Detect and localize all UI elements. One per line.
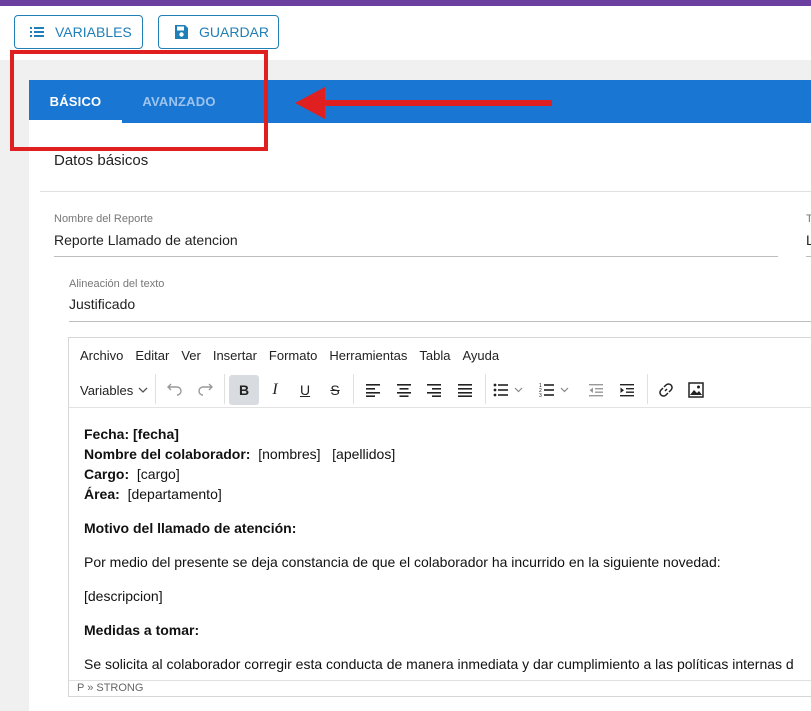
- svg-text:3: 3: [539, 393, 542, 397]
- section-title: Datos básicos: [54, 152, 149, 169]
- medidas-paragraph: Se solicita al colaborador corregir esta…: [84, 656, 794, 672]
- editor-menubar: Archivo Editar Ver Insertar Formato Herr…: [69, 338, 811, 372]
- variables-dropdown-label: Variables: [80, 382, 134, 398]
- menu-ver[interactable]: Ver: [181, 348, 201, 363]
- link-icon[interactable]: [653, 375, 679, 405]
- align-right-icon[interactable]: [421, 375, 447, 405]
- motivo-paragraph: Por medio del presente se deja constanci…: [84, 554, 721, 570]
- menu-herramientas[interactable]: Herramientas: [329, 348, 407, 363]
- align-left-icon[interactable]: [360, 375, 386, 405]
- report-name-label: Nombre del Reporte: [54, 213, 154, 225]
- image-icon[interactable]: [683, 375, 709, 405]
- toolbar-separator: [485, 374, 486, 404]
- editor-statusbar: P » STRONG: [69, 680, 811, 696]
- menu-tabla[interactable]: Tabla: [419, 348, 450, 363]
- bullet-list-icon[interactable]: [493, 375, 533, 405]
- indent-icon[interactable]: [614, 375, 640, 405]
- variables-button[interactable]: VARIABLES: [14, 15, 143, 49]
- cargo-label: Cargo:: [84, 466, 130, 482]
- right-field-label: T: [806, 213, 811, 225]
- variables-button-label: VARIABLES: [55, 24, 132, 40]
- underline-icon[interactable]: U: [292, 375, 318, 405]
- alignment-underline: [69, 321, 811, 322]
- cargo-line: Cargo: [cargo]: [84, 464, 811, 484]
- chevron-down-icon: [138, 385, 148, 395]
- departamento-variable: [departamento]: [127, 486, 222, 502]
- fecha-label: Fecha:: [84, 426, 130, 442]
- area-label: Área:: [84, 486, 120, 502]
- editor-toolbar: Variables B I U S 1 2 3: [69, 372, 811, 408]
- motivo-heading-text: Motivo del llamado de atención:: [84, 520, 297, 536]
- editor-content[interactable]: Fecha: [fecha] Nombre del colaborador: […: [84, 424, 811, 674]
- nombres-variable: [nombres]: [258, 446, 321, 462]
- area-line: Área: [departamento]: [84, 484, 811, 504]
- outdent-icon[interactable]: [583, 375, 609, 405]
- alignment-select[interactable]: Justificado: [69, 296, 135, 312]
- motivo-heading: Motivo del llamado de atención:: [84, 518, 811, 538]
- menu-archivo[interactable]: Archivo: [80, 348, 123, 363]
- apellidos-variable: [apellidos]: [332, 446, 396, 462]
- toolbar-separator: [353, 374, 354, 404]
- fecha-variable: [fecha]: [133, 426, 179, 442]
- right-field-underline: [806, 256, 811, 257]
- annotation-highlight-box: [10, 50, 268, 151]
- annotation-arrow-shaft: [322, 100, 552, 106]
- fecha-line: Fecha: [fecha]: [84, 424, 811, 444]
- save-button[interactable]: GUARDAR: [158, 15, 279, 49]
- bold-icon[interactable]: B: [229, 375, 259, 405]
- section-divider: [40, 191, 811, 192]
- menu-formato[interactable]: Formato: [269, 348, 317, 363]
- redo-icon[interactable]: [193, 375, 219, 405]
- report-name-input[interactable]: Reporte Llamado de atencion: [54, 232, 238, 248]
- report-name-underline: [54, 256, 778, 257]
- right-field-input[interactable]: L: [806, 232, 811, 248]
- menu-editar[interactable]: Editar: [135, 348, 169, 363]
- colaborador-label: Nombre del colaborador:: [84, 446, 251, 462]
- numbered-list-icon[interactable]: 123: [539, 375, 579, 405]
- align-justify-icon[interactable]: [452, 375, 478, 405]
- rich-text-editor: Archivo Editar Ver Insertar Formato Herr…: [68, 337, 811, 697]
- toolbar-separator: [155, 374, 156, 404]
- annotation-arrow-head: [295, 87, 325, 119]
- toolbar-separator: [224, 374, 225, 404]
- toolbar-separator: [647, 374, 648, 404]
- variables-dropdown[interactable]: Variables: [80, 375, 150, 405]
- colaborador-line: Nombre del colaborador: [nombres] [apell…: [84, 444, 811, 464]
- menu-ayuda[interactable]: Ayuda: [462, 348, 499, 363]
- undo-icon[interactable]: [161, 375, 187, 405]
- medidas-heading-text: Medidas a tomar:: [84, 622, 200, 638]
- medidas-heading: Medidas a tomar:: [84, 620, 811, 640]
- descripcion-variable: [descripcion]: [84, 588, 163, 604]
- cargo-variable: [cargo]: [136, 466, 180, 482]
- list-icon: [29, 24, 45, 40]
- align-center-icon[interactable]: [391, 375, 417, 405]
- menu-insertar[interactable]: Insertar: [213, 348, 257, 363]
- save-icon: [173, 24, 189, 40]
- italic-icon[interactable]: I: [262, 375, 288, 405]
- save-button-label: GUARDAR: [199, 24, 270, 40]
- strikethrough-icon[interactable]: S: [322, 375, 348, 405]
- alignment-label: Alineación del texto: [69, 278, 165, 290]
